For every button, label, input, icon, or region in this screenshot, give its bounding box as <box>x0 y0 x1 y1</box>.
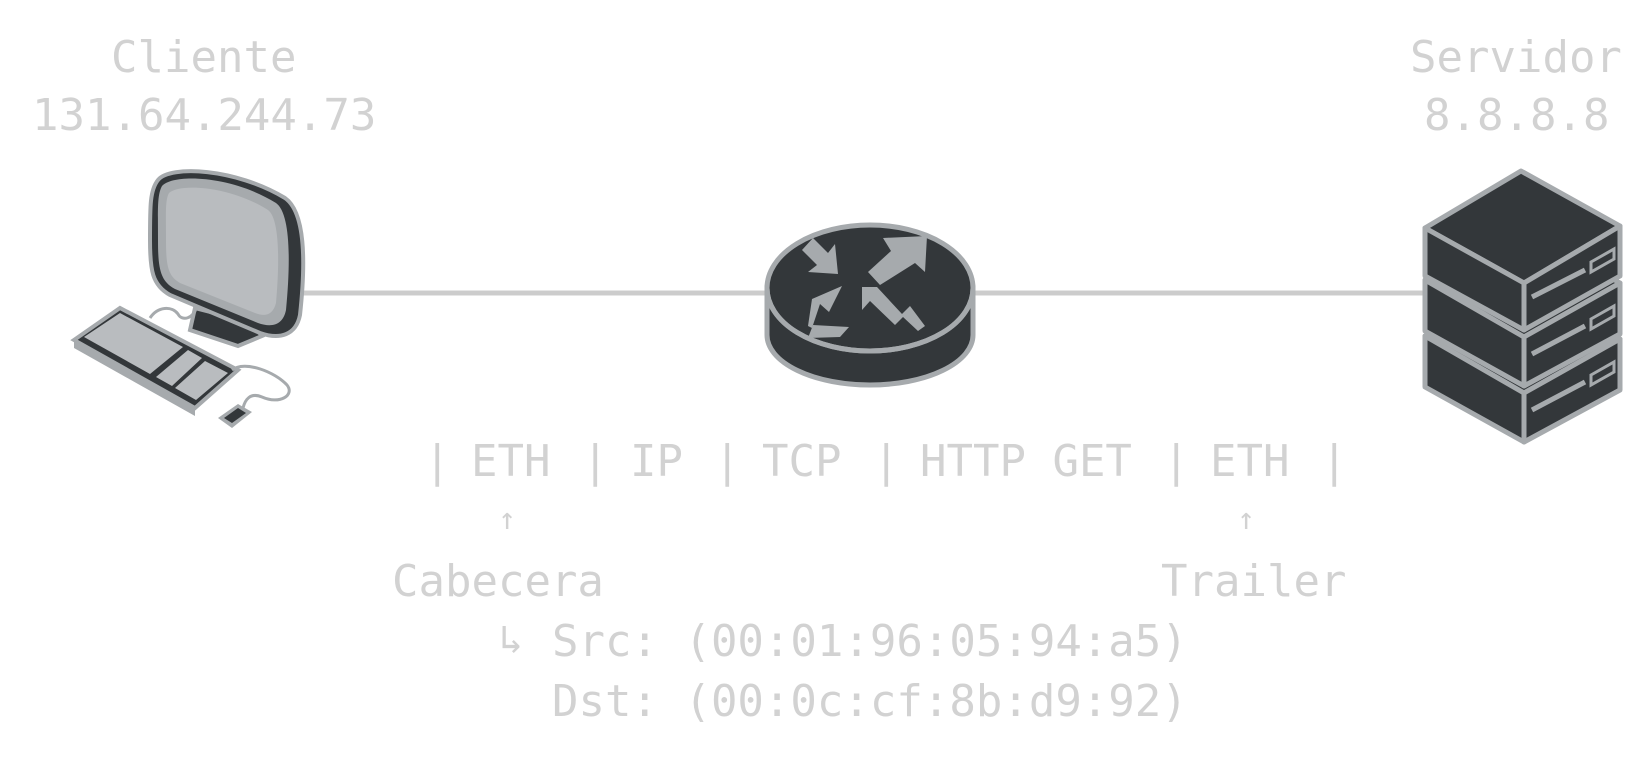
client-title: Cliente <box>111 32 297 83</box>
frame-separator: | <box>873 436 900 487</box>
trailer-label: Trailer <box>1161 556 1347 607</box>
header-label: Cabecera <box>392 556 604 607</box>
frame-field-tcp: TCP <box>762 436 842 487</box>
frame-separator: | <box>714 436 741 487</box>
dst-mac-line: Dst: (00:0c:cf:8b:d9:92) <box>552 676 1188 727</box>
frame-separator: | <box>582 436 609 487</box>
frame-separator: | <box>1321 436 1348 487</box>
header-up-arrow: ↑ <box>498 502 517 537</box>
frame-field-eth-trailer: ETH <box>1210 436 1290 487</box>
frame-field-eth-header: ETH <box>471 436 551 487</box>
src-mac-line: Src: (00:01:96:05:94:a5) <box>552 616 1188 667</box>
frame-separator: | <box>424 436 451 487</box>
frame-separator: | <box>1163 436 1190 487</box>
frame-field-http-get: HTTP GET <box>920 436 1132 487</box>
server-ip: 8.8.8.8 <box>1424 90 1610 141</box>
client-ip: 131.64.244.73 <box>32 90 377 141</box>
server-stack-icon <box>1422 168 1623 445</box>
router-icon <box>764 222 976 388</box>
frame-field-ip: IP <box>630 436 683 487</box>
src-arrow: ↳ <box>499 617 524 663</box>
desktop-computer-icon <box>70 169 306 428</box>
server-title: Servidor <box>1410 32 1622 83</box>
trailer-up-arrow: ↑ <box>1237 502 1256 537</box>
